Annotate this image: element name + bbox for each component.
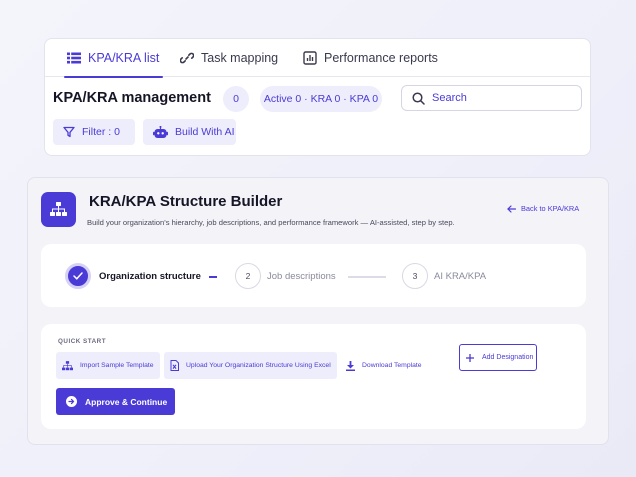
add-designation-button[interactable]: Add Designation [459,344,537,371]
step-1-circle[interactable] [65,263,91,289]
stepper: Organization structure 2 Job description… [41,244,586,307]
import-sample-template-button[interactable]: Import Sample Template [56,352,160,379]
tab-label: Performance reports [324,51,438,65]
search-field[interactable] [401,85,582,111]
download-template-button[interactable]: Download Template [340,352,430,379]
filter-icon [63,126,75,138]
download-template-label: Download Template [362,362,422,369]
import-sample-label: Import Sample Template [80,362,154,369]
build-with-ai-label: Build With AI [175,126,235,138]
hierarchy-icon [41,192,76,227]
count-badge: 0 [223,86,249,112]
tab-kpa-kra-list[interactable]: KPA/KRA list [63,39,164,78]
filter-button[interactable]: Filter : 0 [53,119,135,145]
structure-builder-card: KRA/KPA Structure Builder Build your org… [27,177,609,445]
step-3-label: AI KRA/KPA [434,271,487,282]
arrow-left-icon [507,204,516,213]
search-input[interactable] [432,92,572,104]
upload-structure-label: Upload Your Organization Structure Using… [186,362,331,369]
excel-file-icon [170,360,179,371]
robot-icon [153,125,168,139]
back-to-kpa-kra-link[interactable]: Back to KPA/KRA [507,204,579,213]
tab-label: Task mapping [201,51,279,65]
bar-chart-icon [303,51,317,65]
step-connector-1 [209,276,217,278]
active-summary-badge: Active 0 · KRA 0 · KPA 0 [260,86,382,112]
page-title: KPA/KRA management [53,90,211,106]
tab-label: KPA/KRA list [88,51,160,65]
quick-start-panel: QUICK START Import Sample Template Uploa… [41,324,586,429]
approve-continue-button[interactable]: Approve & Continue [56,388,175,415]
plus-icon [466,353,474,362]
back-link-label: Back to KPA/KRA [521,204,580,213]
build-with-ai-button[interactable]: Build With AI [143,119,236,145]
tab-performance-reports[interactable]: Performance reports [303,39,438,77]
step-2-label: Job descriptions [267,271,336,282]
step-2-circle[interactable]: 2 [235,263,261,289]
step-1-label: Organization structure [99,271,201,282]
builder-title: KRA/KPA Structure Builder [89,193,283,210]
kpa-kra-header-card: KPA/KRA list Task mapping Performance re… [44,38,591,156]
step-connector-2 [348,276,386,278]
arrow-right-circle-icon [66,396,77,407]
tab-bar: KPA/KRA list Task mapping Performance re… [45,39,590,78]
hierarchy-icon [62,360,73,371]
check-icon [73,272,83,280]
quick-start-label: QUICK START [58,338,107,345]
approve-continue-label: Approve & Continue [85,396,168,407]
add-designation-label: Add Designation [482,354,534,361]
download-icon [346,360,355,371]
tab-task-mapping[interactable]: Task mapping [180,39,278,77]
step-3-circle[interactable]: 3 [402,263,428,289]
search-icon [412,91,425,105]
list-icon [67,52,81,64]
upload-organization-structure-button[interactable]: Upload Your Organization Structure Using… [164,352,337,379]
builder-subtitle: Build your organization's hierarchy, job… [87,218,455,227]
link-icon [180,51,194,65]
filter-label: Filter : 0 [82,126,120,138]
